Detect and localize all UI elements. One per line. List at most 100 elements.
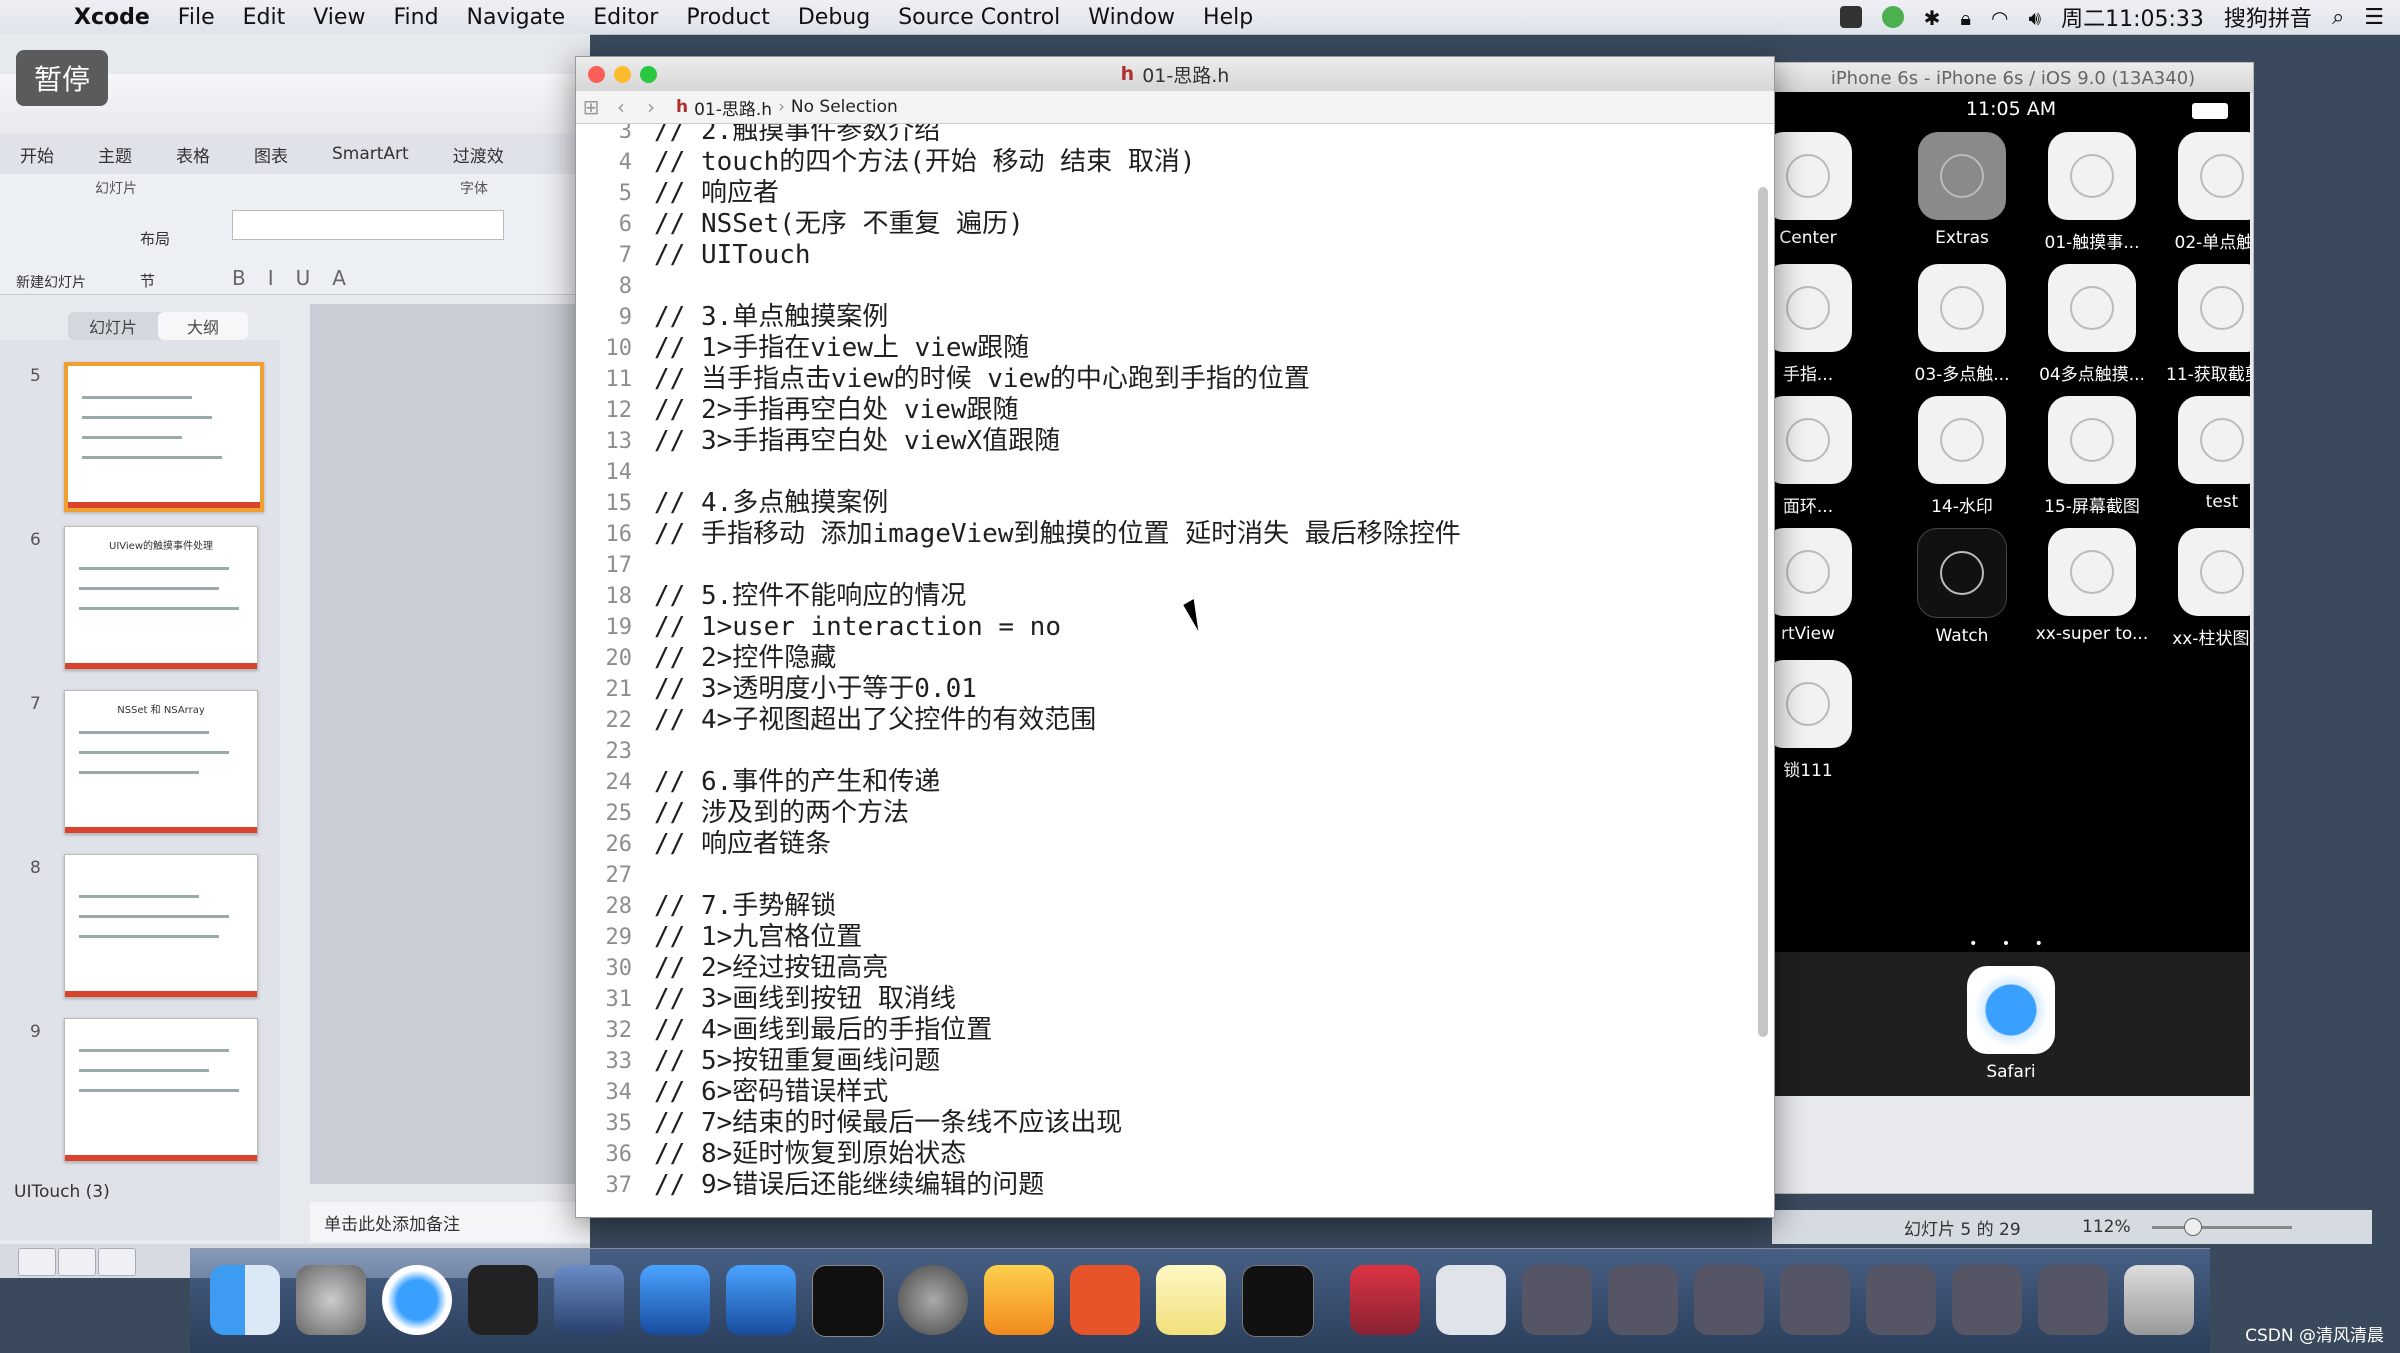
tab-chart[interactable]: 图表	[234, 142, 308, 167]
jump-file[interactable]: 01-思路.h	[694, 95, 772, 120]
code-line[interactable]: 14	[576, 457, 1754, 488]
document-icon[interactable]	[1436, 1265, 1506, 1335]
code-text[interactable]: // 2>控件隐藏	[654, 643, 836, 674]
menu-source-control[interactable]: Source Control	[884, 5, 1074, 30]
notes-icon[interactable]	[1156, 1265, 1226, 1335]
code-text[interactable]: // 5>按钮重复画线问题	[654, 1046, 940, 1077]
slide-thumbnail[interactable]	[64, 854, 258, 998]
app-icon[interactable]: Extras	[1902, 132, 2022, 262]
wifi-icon[interactable]: ◠	[1991, 6, 2008, 30]
minimized-window-icon[interactable]	[1952, 1265, 2022, 1335]
menu-edit[interactable]: Edit	[229, 5, 300, 30]
slide-thumb-row[interactable]: 5	[0, 362, 280, 512]
slide-thumb-row[interactable]: 6 UIView的触摸事件处理	[0, 526, 280, 676]
zoom-slider[interactable]	[2152, 1226, 2292, 1229]
new-slide-button[interactable]: 新建幻灯片	[16, 272, 86, 292]
code-line[interactable]: 37 // 9>错误后还能继续编辑的问题	[576, 1170, 1754, 1201]
code-line[interactable]: 5 // 响应者	[576, 178, 1754, 209]
app-icon[interactable]: rtView	[1772, 528, 1868, 658]
code-text[interactable]: // NSSet(无序 不重复 遍历)	[654, 209, 1024, 240]
menubar-clock[interactable]: 周二11:05:33	[2061, 1, 2204, 33]
xcode-icon[interactable]	[640, 1265, 710, 1335]
code-text[interactable]: // 2>手指再空白处 view跟随	[654, 395, 1019, 426]
code-text[interactable]: // 2>经过按钮高亮	[654, 953, 888, 984]
font-name-field[interactable]	[232, 210, 504, 240]
code-line[interactable]: 28 // 7.手势解锁	[576, 891, 1754, 922]
code-text[interactable]: // 1>手指在view上 view跟随	[654, 333, 1029, 364]
menu-file[interactable]: File	[164, 5, 229, 30]
code-text[interactable]: // 3.单点触摸案例	[654, 302, 888, 333]
code-line[interactable]: 22 // 4>子视图超出了父控件的有效范围	[576, 705, 1754, 736]
code-line[interactable]: 11 // 当手指点击view的时候 view的中心跑到手指的位置	[576, 364, 1754, 395]
slide-thumbnail[interactable]: UIView的触摸事件处理	[64, 526, 258, 670]
code-text[interactable]: // UITouch	[654, 240, 811, 271]
code-text[interactable]: // 响应者	[654, 178, 779, 209]
sketch-icon[interactable]	[984, 1265, 1054, 1335]
mouse-app-icon[interactable]	[468, 1265, 538, 1335]
code-text[interactable]: // 1>九宫格位置	[654, 922, 862, 953]
section-header[interactable]: UITouch (3)	[14, 1182, 110, 1202]
code-line[interactable]: 12 // 2>手指再空白处 view跟随	[576, 395, 1754, 426]
zoom-slider-thumb[interactable]	[2184, 1218, 2202, 1236]
code-line[interactable]: 13 // 3>手指再空白处 viewX值跟随	[576, 426, 1754, 457]
normal-view-button[interactable]	[18, 1248, 56, 1276]
app-icon[interactable]: 锁111	[1772, 660, 1868, 790]
tab-table[interactable]: 表格	[156, 142, 230, 167]
forward-arrow-icon[interactable]: ›	[636, 95, 666, 119]
code-line[interactable]: 10 // 1>手指在view上 view跟随	[576, 333, 1754, 364]
app-icon[interactable]: Center	[1772, 132, 1868, 262]
code-line[interactable]: 6 // NSSet(无序 不重复 遍历)	[576, 209, 1754, 240]
code-text[interactable]: // 3>画线到按钮 取消线	[654, 984, 956, 1015]
code-line[interactable]: 26 // 响应者链条	[576, 829, 1754, 860]
watch-app-icon[interactable]: Watch	[1902, 528, 2022, 658]
toggle-slides[interactable]: 幻灯片	[68, 312, 158, 340]
menu-product[interactable]: Product	[672, 5, 784, 30]
menu-help[interactable]: Help	[1189, 5, 1267, 30]
code-line[interactable]: 31 // 3>画线到按钮 取消线	[576, 984, 1754, 1015]
close-button[interactable]	[588, 66, 605, 83]
menu-find[interactable]: Find	[379, 5, 452, 30]
code-line[interactable]: 8	[576, 271, 1754, 302]
code-line[interactable]: 33 // 5>按钮重复画线问题	[576, 1046, 1754, 1077]
app-icon[interactable]: xx-super to...	[2032, 528, 2152, 658]
code-text[interactable]: // 2.触摸事件参数介绍	[654, 124, 940, 147]
app-status-icon[interactable]	[1881, 6, 1904, 28]
app-icon[interactable]: 11-获取截剪...	[2162, 264, 2250, 394]
tab-home[interactable]: 开始	[0, 142, 74, 167]
volume-icon[interactable]: 🔊︎	[2029, 6, 2042, 30]
related-items-icon[interactable]: ⊞	[576, 95, 606, 119]
tab-theme[interactable]: 主题	[78, 142, 152, 167]
screenflow-icon[interactable]	[554, 1265, 624, 1335]
code-line[interactable]: 15 // 4.多点触摸案例	[576, 488, 1754, 519]
spotlight-icon[interactable]: ⌕	[2332, 5, 2344, 30]
code-line[interactable]: 25 // 涉及到的两个方法	[576, 798, 1754, 829]
pause-badge[interactable]: 暂停	[16, 50, 108, 106]
instruments-icon[interactable]	[726, 1265, 796, 1335]
vertical-scrollbar[interactable]	[1758, 187, 1768, 1037]
slide-thumb-row[interactable]: 7 NSSet 和 NSArray	[0, 690, 280, 840]
menu-window[interactable]: Window	[1074, 5, 1189, 30]
code-line[interactable]: 18 // 5.控件不能响应的情况	[576, 581, 1754, 612]
back-arrow-icon[interactable]: ‹	[606, 95, 636, 119]
lock-icon[interactable]: 🔒︎	[1960, 6, 1971, 30]
code-line[interactable]: 32 // 4>画线到最后的手指位置	[576, 1015, 1754, 1046]
menu-navigate[interactable]: Navigate	[453, 5, 580, 30]
trash-icon[interactable]	[2124, 1265, 2194, 1335]
code-line[interactable]: 17	[576, 550, 1754, 581]
app-icon[interactable]: 15-屏幕截图	[2032, 396, 2152, 526]
powerpoint-icon[interactable]	[1070, 1265, 1140, 1335]
code-line[interactable]: 34 // 6>密码错误样式	[576, 1077, 1754, 1108]
code-line[interactable]: 19 // 1>user interaction = no	[576, 612, 1754, 643]
code-line[interactable]: 4 // touch的四个方法(开始 移动 结束 取消)	[576, 147, 1754, 178]
slide-canvas[interactable]	[310, 304, 590, 1184]
code-line[interactable]: 27	[576, 860, 1754, 891]
launchpad-icon[interactable]	[296, 1265, 366, 1335]
code-line[interactable]: 16 // 手指移动 添加imageView到触摸的位置 延时消失 最后移除控件	[576, 519, 1754, 550]
code-text[interactable]: // 9>错误后还能继续编辑的问题	[654, 1170, 1044, 1201]
slide-thumb-row[interactable]: 9	[0, 1018, 280, 1168]
bluetooth-icon[interactable]: ✱	[1924, 6, 1941, 30]
terminal-icon[interactable]	[812, 1265, 884, 1337]
finder-icon[interactable]	[210, 1265, 280, 1335]
minimized-window-icon[interactable]	[1866, 1265, 1936, 1335]
code-text[interactable]: // 7>结束的时候最后一条线不应该出现	[654, 1108, 1122, 1139]
